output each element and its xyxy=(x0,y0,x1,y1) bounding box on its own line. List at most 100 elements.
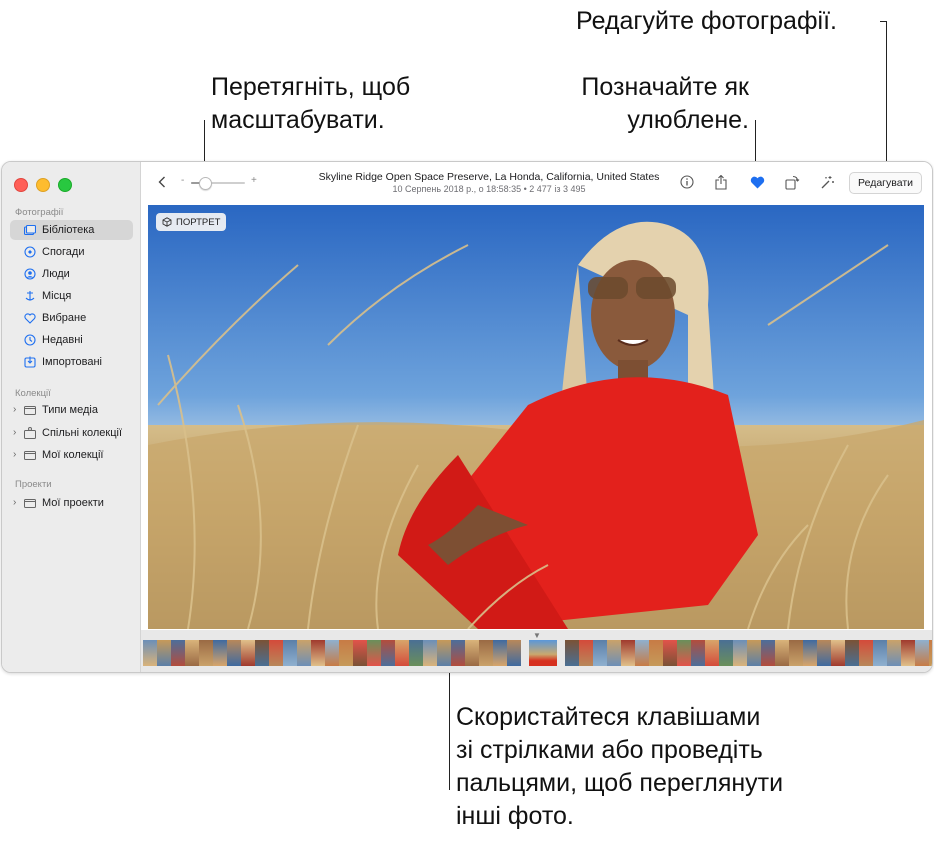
filmstrip-thumb[interactable] xyxy=(929,640,932,666)
chevron-right-icon[interactable]: › xyxy=(13,404,16,415)
filmstrip-thumb[interactable] xyxy=(493,640,507,666)
sidebar-item-people[interactable]: Люди xyxy=(10,264,133,284)
filmstrip-thumb[interactable] xyxy=(705,640,719,666)
filmstrip-thumb[interactable] xyxy=(157,640,171,666)
filmstrip-thumb[interactable] xyxy=(423,640,437,666)
favorite-button[interactable] xyxy=(748,172,766,192)
filmstrip-thumb[interactable] xyxy=(227,640,241,666)
edit-callout-pointer xyxy=(886,21,887,171)
sidebar-item-recents[interactable]: Недавні xyxy=(10,330,133,350)
photo-view[interactable]: ПОРТРЕТ xyxy=(148,205,924,629)
filmstrip[interactable]: ▼ xyxy=(141,630,932,672)
filmstrip-thumb[interactable] xyxy=(381,640,395,666)
filmstrip-thumb[interactable] xyxy=(901,640,915,666)
sidebar-item-places[interactable]: Місця xyxy=(10,286,133,306)
zoom-window-button[interactable] xyxy=(58,178,72,192)
filmstrip-thumb[interactable] xyxy=(185,640,199,666)
zoom-callout-line-2: масштабувати. xyxy=(211,106,385,134)
filmstrip-thumb[interactable] xyxy=(803,640,817,666)
zoom-slider-knob[interactable] xyxy=(198,177,212,190)
filmstrip-thumb[interactable] xyxy=(451,640,465,666)
rotate-button[interactable] xyxy=(783,172,801,192)
filmstrip-thumb[interactable] xyxy=(579,640,593,666)
filmstrip-thumb[interactable] xyxy=(817,640,831,666)
filmstrip-thumb[interactable] xyxy=(199,640,213,666)
sidebar-item-memories[interactable]: Спогади xyxy=(10,242,133,262)
filmstrip-thumb[interactable] xyxy=(635,640,649,666)
filmstrip-thumb-selected[interactable] xyxy=(529,640,557,666)
edit-button[interactable]: Редагувати xyxy=(849,172,922,194)
filmstrip-thumb[interactable] xyxy=(761,640,775,666)
sidebar-item-label: Спільні колекції xyxy=(42,427,123,439)
filmstrip-thumb[interactable] xyxy=(691,640,705,666)
filmstrip-thumb[interactable] xyxy=(873,640,887,666)
filmstrip-thumb[interactable] xyxy=(479,640,493,666)
filmstrip-thumb[interactable] xyxy=(663,640,677,666)
filmstrip-thumb[interactable] xyxy=(409,640,423,666)
sidebar-item-label: Бібліотека xyxy=(42,224,95,236)
filmstrip-thumb[interactable] xyxy=(887,640,901,666)
filmstrip-thumb[interactable] xyxy=(593,640,607,666)
filmstrip-thumb[interactable] xyxy=(789,640,803,666)
sidebar-item-media-types[interactable]: › Типи медіа xyxy=(10,400,133,420)
minimize-window-button[interactable] xyxy=(36,178,50,192)
sidebar-item-shared-albums[interactable]: › Спільні колекції xyxy=(10,423,133,443)
filmstrip-thumb[interactable] xyxy=(677,640,691,666)
filmstrip-thumb[interactable] xyxy=(353,640,367,666)
filmstrip-thumb[interactable] xyxy=(297,640,311,666)
sidebar-item-my-albums[interactable]: › Мої колекції xyxy=(10,445,133,465)
filmstrip-thumb[interactable] xyxy=(437,640,451,666)
filmstrip-thumb[interactable] xyxy=(775,640,789,666)
filmstrip-thumb[interactable] xyxy=(733,640,747,666)
filmstrip-thumb[interactable] xyxy=(367,640,381,666)
filmstrip-thumb[interactable] xyxy=(269,640,283,666)
sidebar-item-label: Мої проекти xyxy=(42,497,104,509)
filmstrip-thumb[interactable] xyxy=(915,640,929,666)
chevron-left-icon xyxy=(158,176,165,188)
filmstrip-thumb[interactable] xyxy=(283,640,297,666)
sidebar-item-library[interactable]: Бібліотека xyxy=(10,220,133,240)
close-window-button[interactable] xyxy=(14,178,28,192)
filmstrip-thumb[interactable] xyxy=(859,640,873,666)
zoom-slider[interactable] xyxy=(191,177,245,190)
chevron-right-icon[interactable]: › xyxy=(13,497,16,508)
filmstrip-thumb[interactable] xyxy=(171,640,185,666)
filmstrip-thumb[interactable] xyxy=(649,640,663,666)
folder-icon xyxy=(24,497,36,509)
filmstrip-thumb[interactable] xyxy=(719,640,733,666)
filmstrip-thumb[interactable] xyxy=(241,640,255,666)
filmstrip-thumb[interactable] xyxy=(507,640,521,666)
edit-callout-line-1: Редагуйте фотографії. xyxy=(576,7,837,35)
back-button[interactable] xyxy=(155,172,169,192)
filmstrip-thumb[interactable] xyxy=(565,640,579,666)
filmstrip-thumb[interactable] xyxy=(747,640,761,666)
filmstrip-thumb[interactable] xyxy=(607,640,621,666)
chevron-right-icon[interactable]: › xyxy=(13,427,16,438)
filmstrip-thumb[interactable] xyxy=(621,640,635,666)
filmstrip-thumb[interactable] xyxy=(395,640,409,666)
chevron-right-icon[interactable]: › xyxy=(13,449,16,460)
clock-icon xyxy=(24,334,36,346)
enhance-button[interactable] xyxy=(818,172,836,192)
filmstrip-thumb[interactable] xyxy=(845,640,859,666)
info-button[interactable] xyxy=(679,172,695,192)
sidebar-item-my-projects[interactable]: › Мої проекти xyxy=(10,493,133,513)
favorite-callout-line-2: улюблене. xyxy=(627,106,749,134)
filmstrip-thumb[interactable] xyxy=(255,640,269,666)
filmstrip-thumb[interactable] xyxy=(143,640,157,666)
filmstrip-thumb[interactable] xyxy=(339,640,353,666)
toolbar: - + Skyline Ridge Open Space Preserve, L… xyxy=(141,162,932,204)
zoom-in-label: + xyxy=(251,175,257,186)
folder-icon xyxy=(24,449,36,461)
sidebar-item-imports[interactable]: Імпортовані xyxy=(10,352,133,372)
sidebar-item-label: Недавні xyxy=(42,334,83,346)
sidebar-item-label: Типи медіа xyxy=(42,404,98,416)
filmstrip-thumb[interactable] xyxy=(325,640,339,666)
sidebar-item-favorites[interactable]: Вибране xyxy=(10,308,133,328)
share-button[interactable] xyxy=(713,172,729,192)
filmstrip-thumb[interactable] xyxy=(213,640,227,666)
photos-window: Фотографії Бібліотека Спогади Люди Місця xyxy=(1,161,933,673)
filmstrip-thumb[interactable] xyxy=(465,640,479,666)
filmstrip-thumb[interactable] xyxy=(311,640,325,666)
filmstrip-thumb[interactable] xyxy=(831,640,845,666)
